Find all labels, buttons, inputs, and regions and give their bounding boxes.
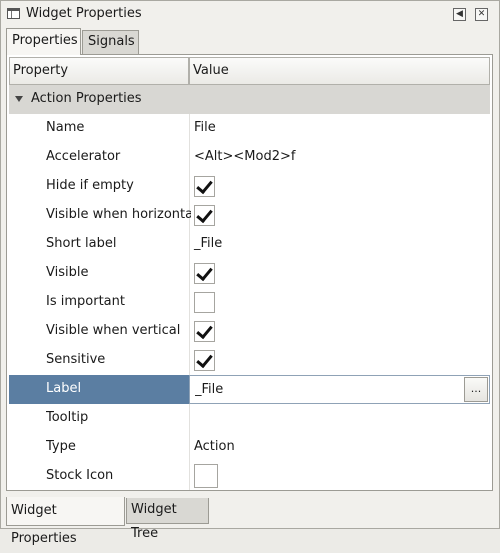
ellipsis-button[interactable]: ... [464,377,488,402]
property-row-hide-if-empty[interactable]: Hide if empty [9,172,490,201]
property-name: Sensitive [46,352,106,367]
widget-properties-window: Widget Properties ◀ ✕ Properties Signals… [0,0,500,546]
tab-label: Signals [88,34,135,49]
checkmark-icon [196,350,213,369]
property-value[interactable]: _File [194,236,222,251]
column-header-value[interactable]: Value [189,57,490,85]
checkmark-icon [196,263,213,282]
close-icon[interactable]: ✕ [475,8,488,21]
column-header-label: Property [13,63,69,78]
property-row-visible-when-horizontal[interactable]: Visible when horizontal [9,201,490,230]
column-header-label: Value [193,63,229,78]
property-name: Short label [46,236,117,251]
checkbox-sensitive[interactable] [194,350,215,371]
property-table: Property Value Action Properties Name Fi… [6,54,493,491]
property-row-sensitive[interactable]: Sensitive [9,346,490,375]
checkmark-icon [196,205,213,224]
stock-icon-button[interactable] [194,464,218,488]
property-value[interactable]: File [194,120,216,135]
property-row-visible[interactable]: Visible [9,259,490,288]
checkbox-visible[interactable] [194,263,215,284]
checkbox-hide-if-empty[interactable] [194,176,215,197]
property-name: Is important [46,294,125,309]
checkbox-is-important[interactable] [194,292,215,313]
property-name: Visible [46,265,89,280]
property-name: Accelerator [46,149,121,164]
property-row-label[interactable]: Label ... [9,375,490,404]
property-row-name[interactable]: Name File [9,114,490,143]
tab-label: Widget Tree [131,502,177,541]
checkbox-visible-when-vertical[interactable] [194,321,215,342]
property-row-tooltip[interactable]: Tooltip [9,404,490,433]
property-row-accelerator[interactable]: Accelerator <Alt><Mod2>f [9,143,490,172]
label-editor: ... [189,375,490,404]
column-header-property[interactable]: Property [9,57,189,85]
property-name: Label [46,381,82,396]
checkmark-icon [196,176,213,195]
section-label: Action Properties [31,91,142,106]
section-action-properties[interactable]: Action Properties [9,85,490,114]
property-name: Visible when horizontal [46,207,191,222]
property-value[interactable]: <Alt><Mod2>f [194,149,295,164]
label-input[interactable] [191,377,463,402]
tab-widget-tree[interactable]: Widget Tree [126,498,209,541]
restore-icon[interactable]: ◀ [453,8,466,21]
property-row-is-important[interactable]: Is important [9,288,490,317]
tab-label: Properties [12,33,78,48]
expander-triangle-icon[interactable] [15,96,23,102]
title-bar: Widget Properties ◀ ✕ [1,1,499,27]
property-name: Visible when vertical [46,323,181,338]
property-row-type[interactable]: Type Action [9,433,490,462]
table-header: Property Value [9,57,490,85]
property-name: Hide if empty [46,178,134,193]
property-row-stock-icon[interactable]: Stock Icon [9,462,490,490]
tab-properties[interactable]: Properties [6,28,81,55]
tab-widget-properties[interactable]: Widget Properties [6,497,125,546]
tab-label: Widget Properties [11,503,77,546]
checkmark-icon [196,321,213,340]
window-title: Widget Properties [26,6,142,21]
tab-signals[interactable]: Signals [82,30,139,54]
checkbox-visible-when-horizontal[interactable] [194,205,215,226]
window-icon [7,8,20,19]
property-value[interactable]: Action [194,439,235,454]
property-name: Name [46,120,85,135]
property-name: Type [46,439,76,454]
property-name: Stock Icon [46,468,114,483]
property-row-short-label[interactable]: Short label _File [9,230,490,259]
property-name: Tooltip [46,410,89,425]
property-row-visible-when-vertical[interactable]: Visible when vertical [9,317,490,346]
